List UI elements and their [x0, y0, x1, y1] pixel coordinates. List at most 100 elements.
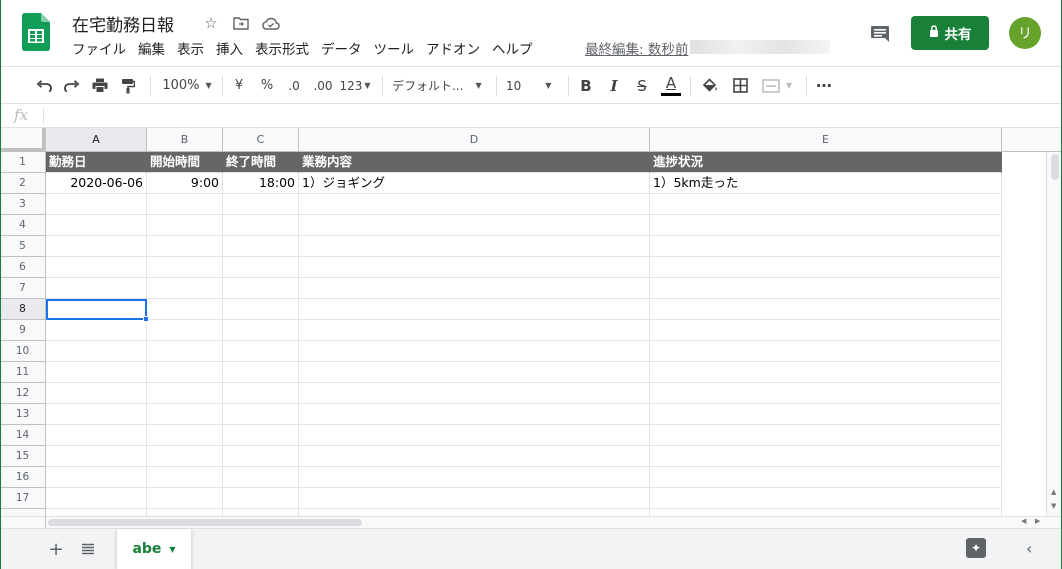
cell[interactable] [147, 383, 223, 404]
row-header[interactable]: 1 [0, 152, 46, 173]
cell-e2[interactable]: 1）5km走った [650, 173, 1002, 194]
row-header[interactable]: 7 [0, 278, 46, 299]
cell[interactable] [46, 341, 147, 362]
column-header-f[interactable] [1002, 128, 1062, 152]
document-title[interactable]: 在宅勤務日報 [72, 11, 174, 36]
more-icon[interactable]: ⋯ [812, 67, 836, 104]
scroll-down-icon[interactable]: ▼ [1051, 502, 1056, 510]
cell-b1[interactable]: 開始時間 [147, 152, 223, 173]
cell[interactable] [650, 362, 1002, 383]
cell-a2[interactable]: 2020-06-06 [46, 173, 147, 194]
text-color-button[interactable]: A [658, 67, 684, 104]
paint-format-icon[interactable] [116, 67, 140, 104]
cell-a8-active[interactable] [46, 299, 147, 320]
row-header[interactable]: 12 [0, 383, 46, 404]
cell[interactable] [299, 341, 650, 362]
cell[interactable] [299, 467, 650, 488]
cell[interactable] [650, 488, 1002, 509]
sheets-logo-icon[interactable] [22, 13, 50, 51]
select-all-corner[interactable] [0, 128, 46, 152]
column-header-d[interactable]: D [299, 128, 650, 152]
cell[interactable] [223, 362, 299, 383]
cell[interactable] [46, 446, 147, 467]
cell[interactable] [147, 236, 223, 257]
cell[interactable] [147, 257, 223, 278]
menu-insert[interactable]: 挿入 [210, 40, 249, 60]
menu-addons[interactable]: アドオン [420, 40, 486, 60]
menu-edit[interactable]: 編集 [132, 40, 171, 60]
bold-button[interactable]: B [574, 67, 598, 104]
cell[interactable] [46, 215, 147, 236]
cell[interactable] [299, 215, 650, 236]
cell[interactable] [650, 467, 1002, 488]
cell[interactable] [147, 215, 223, 236]
cell[interactable] [147, 341, 223, 362]
cell[interactable] [46, 257, 147, 278]
cell[interactable] [147, 404, 223, 425]
cell[interactable] [299, 488, 650, 509]
cell[interactable] [223, 215, 299, 236]
account-avatar[interactable]: リ [1009, 17, 1041, 49]
cell[interactable] [46, 404, 147, 425]
row-header[interactable]: 3 [0, 194, 46, 215]
sheet-tab-active[interactable]: abe ▼ [116, 529, 192, 569]
fill-handle[interactable] [143, 316, 149, 322]
cell[interactable] [650, 194, 1002, 215]
column-header-a[interactable]: A [46, 128, 147, 152]
undo-icon[interactable] [32, 67, 56, 104]
row-header[interactable]: 6 [0, 257, 46, 278]
horizontal-scroll-thumb[interactable] [48, 519, 362, 526]
column-header-e[interactable]: E [650, 128, 1002, 152]
row-header[interactable]: 5 [0, 236, 46, 257]
cell[interactable] [147, 446, 223, 467]
cell[interactable] [650, 446, 1002, 467]
font-family-select[interactable]: デフォルト... ▼ [392, 67, 488, 104]
menu-data[interactable]: データ [315, 40, 368, 60]
cell[interactable] [147, 194, 223, 215]
cell[interactable] [147, 320, 223, 341]
menu-view[interactable]: 表示 [171, 40, 210, 60]
row-header[interactable]: 15 [0, 446, 46, 467]
row-header[interactable]: 11 [0, 362, 46, 383]
scroll-right-icon[interactable]: ▶ [1035, 517, 1040, 525]
cell[interactable] [46, 467, 147, 488]
cell[interactable] [46, 425, 147, 446]
decrease-decimal-button[interactable]: .0 [282, 67, 306, 104]
cell-b2[interactable]: 9:00 [147, 173, 223, 194]
row-header[interactable]: 4 [0, 215, 46, 236]
cell[interactable] [299, 425, 650, 446]
row-header[interactable]: 10 [0, 341, 46, 362]
cell[interactable] [223, 341, 299, 362]
cell[interactable] [223, 467, 299, 488]
row-header-selected[interactable]: 8 [0, 299, 46, 320]
column-header-b[interactable]: B [147, 128, 223, 152]
cell[interactable] [223, 446, 299, 467]
merge-cells-icon[interactable]: ▼ [756, 67, 798, 104]
menu-format[interactable]: 表示形式 [249, 40, 315, 60]
cell[interactable] [299, 446, 650, 467]
cell-a1[interactable]: 勤務日 [46, 152, 147, 173]
menu-file[interactable]: ファイル [66, 40, 132, 60]
cell[interactable] [650, 257, 1002, 278]
cell[interactable] [299, 236, 650, 257]
menu-tools[interactable]: ツール [368, 40, 421, 60]
cell[interactable] [299, 257, 650, 278]
zoom-select[interactable]: 100% ▼ [158, 67, 216, 104]
cell[interactable] [299, 383, 650, 404]
currency-format-button[interactable]: ¥ [228, 67, 250, 104]
cell-c2[interactable]: 18:00 [223, 173, 299, 194]
cell[interactable] [299, 320, 650, 341]
number-format-select[interactable]: 123 ▼ [338, 67, 372, 104]
chevron-down-icon[interactable]: ▼ [169, 545, 175, 554]
cell[interactable] [299, 362, 650, 383]
cell[interactable] [147, 299, 223, 320]
add-sheet-button[interactable]: + [44, 537, 68, 561]
cell[interactable] [650, 320, 1002, 341]
formula-input[interactable] [50, 104, 1050, 127]
column-header-c[interactable]: C [223, 128, 299, 152]
cell[interactable] [147, 488, 223, 509]
cell[interactable] [650, 278, 1002, 299]
cell[interactable] [46, 194, 147, 215]
share-button[interactable]: 共有 [911, 16, 989, 50]
cell[interactable] [223, 404, 299, 425]
